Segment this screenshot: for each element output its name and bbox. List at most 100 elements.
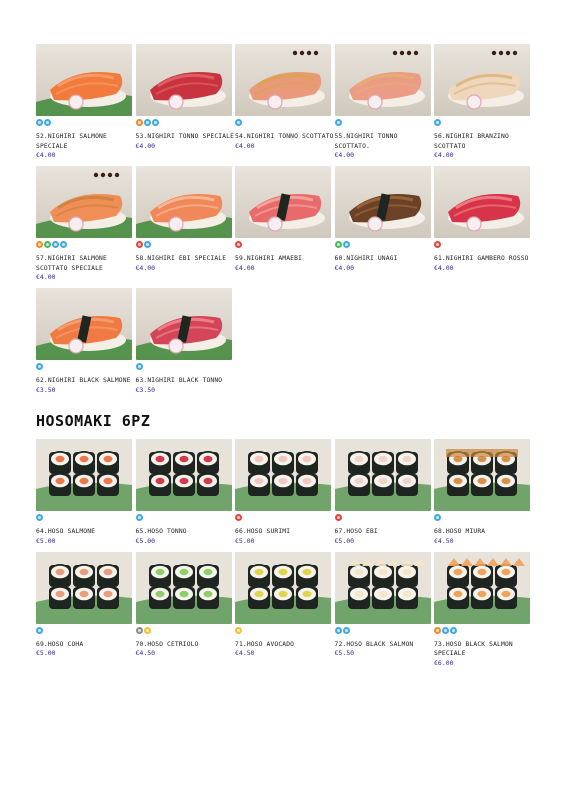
- menu-item-card[interactable]: 53.NIGHIRI TONNO SPECIALE €4.00: [135, 44, 236, 160]
- allergen-icon: [36, 363, 43, 370]
- item-price: €4.50: [235, 649, 255, 657]
- menu-item-card[interactable]: 63.NIGHIRI BLACK TONNO €3.50: [135, 288, 236, 395]
- allergen-icons: [135, 626, 236, 637]
- nigiri-photo: [235, 166, 331, 238]
- item-name: 70.HOSO CETRIOLO: [135, 640, 199, 648]
- item-name: 68.HOSO MIURA: [434, 528, 486, 535]
- item-price: €4.50: [135, 649, 156, 657]
- allergen-icon: [434, 241, 441, 248]
- allergen-icons: [135, 514, 236, 524]
- allergen-icon: [143, 119, 151, 126]
- hosomaki-photo: [334, 551, 431, 624]
- allergen-icons: [36, 363, 136, 373]
- allergen-icon: [434, 119, 441, 126]
- menu-item-card[interactable]: 54.NIGHIRI TONNO SCOTTATO €4.00: [235, 44, 335, 160]
- item-name: 69.HOSO COHA: [36, 640, 84, 648]
- allergen-icon: [442, 626, 449, 634]
- item-name: 63.NIGHIRI BLACK TONNO: [135, 377, 223, 384]
- nigiri-photo: [235, 44, 331, 116]
- menu-item-card[interactable]: 57.NIGHIRI SALMONE SCOTTATO SPECIALE €4.0…: [36, 166, 136, 282]
- menu-item-card[interactable]: 71.HOSO AVOCADO €4.50: [235, 551, 335, 668]
- allergen-icons: [36, 626, 136, 637]
- dish-photo: [334, 44, 431, 116]
- allergen-icons: [334, 119, 435, 129]
- hosomaki-photo: [36, 439, 132, 511]
- dish-photo: [334, 551, 431, 624]
- allergen-icons: [36, 514, 136, 524]
- item-price: €4.00: [36, 273, 56, 281]
- item-price: €4.00: [135, 141, 156, 150]
- allergen-icon: [334, 514, 342, 521]
- menu-item-card[interactable]: 61.NIGHIRI GAMBERO ROSSO €4.00: [434, 166, 534, 282]
- item-price: €5.00: [36, 649, 56, 657]
- dish-photo: [235, 439, 331, 511]
- allergen-icons: [334, 514, 435, 524]
- menu-item-card[interactable]: 59.NIGHIRI AMAEBI €4.00: [235, 166, 335, 282]
- item-price: €4.50: [434, 536, 454, 545]
- menu-item-card[interactable]: 72.HOSO BLACK SALMON €5.50: [334, 551, 435, 668]
- menu-item-card[interactable]: 52.NIGHIRI SALMONE SPECIALE €4.00: [36, 44, 136, 160]
- allergen-icon: [450, 626, 457, 634]
- menu-item-card[interactable]: 66.HOSO SURIMI €5.00: [235, 439, 335, 546]
- dish-photo: [434, 166, 530, 238]
- dish-photo: [135, 551, 232, 624]
- item-price: €5.00: [235, 536, 255, 545]
- menu-item-card[interactable]: 58.NIGHIRI EBI SPECIALE €4.00: [135, 166, 236, 282]
- menu-item-card[interactable]: 56.NIGHIRI BRANZINO SCOTTATO €4.00: [434, 44, 534, 160]
- dish-photo: [36, 44, 132, 116]
- dish-photo: [135, 288, 232, 360]
- menu-item-card[interactable]: 73.HOSO BLACK SALMON SPECIALE €6.00: [434, 551, 534, 668]
- nigiri-photo: [135, 44, 232, 116]
- item-name: 64.HOSO SALMONE: [36, 528, 96, 535]
- allergen-icons: [434, 514, 534, 524]
- item-name: 52.NIGHIRI SALMONE SPECIALE: [36, 133, 107, 150]
- dish-photo: [36, 439, 132, 511]
- hosomaki-photo: [135, 551, 232, 624]
- item-price: €6.00: [434, 658, 454, 667]
- allergen-icons: [334, 626, 435, 637]
- menu-item-card[interactable]: 67.HOSO EBI €5.00: [334, 439, 435, 546]
- dish-photo: [135, 44, 232, 116]
- allergen-icon: [36, 119, 43, 126]
- dish-photo: [135, 439, 232, 511]
- allergen-icon: [235, 626, 242, 634]
- menu-item-card[interactable]: 69.HOSO COHA €5.00: [36, 551, 136, 668]
- allergen-icons: [235, 626, 335, 637]
- allergen-icon: [342, 241, 350, 248]
- item-name: 54.NIGHIRI TONNO SCOTTATO: [235, 133, 334, 140]
- dish-photo: [36, 166, 132, 238]
- item-price: €5.00: [135, 536, 156, 545]
- item-price: €4.00: [135, 263, 156, 272]
- dish-photo: [36, 288, 132, 360]
- menu-item-card[interactable]: 62.NIGHIRI BLACK SALMONE €3.50: [36, 288, 136, 395]
- allergen-icon: [135, 514, 143, 521]
- allergen-icons: [434, 626, 534, 637]
- allergen-icons: [36, 241, 136, 251]
- nighiri-section: 52.NIGHIRI SALMONE SPECIALE €4.00 53.NIGHI…: [36, 44, 536, 401]
- item-price: €4.00: [334, 263, 355, 272]
- menu-item-card[interactable]: 55.NIGHIRI TONNO SCOTTATO. €4.00: [334, 44, 435, 160]
- allergen-icon: [143, 626, 151, 634]
- item-name: 65.HOSO TONNO: [135, 528, 187, 535]
- allergen-icons: [36, 119, 136, 129]
- nigiri-photo: [135, 166, 232, 238]
- dish-photo: [235, 166, 331, 238]
- item-price: €5.00: [36, 536, 56, 545]
- menu-item-card[interactable]: 68.HOSO MIURA €4.50: [434, 439, 534, 546]
- nigiri-photo: [36, 44, 132, 116]
- dish-photo: [434, 439, 530, 511]
- nigiri-photo: [36, 166, 132, 238]
- hosomaki-photo: [334, 439, 431, 511]
- menu-item-card[interactable]: 60.NIGHIRI UNAGI €4.00: [334, 166, 435, 282]
- allergen-icon: [135, 119, 143, 126]
- menu-item-card[interactable]: 64.HOSO SALMONE €5.00: [36, 439, 136, 546]
- menu-item-card[interactable]: 65.HOSO TONNO €5.00: [135, 439, 236, 546]
- allergen-icon: [60, 241, 67, 248]
- allergen-icons: [334, 241, 435, 251]
- nigiri-photo: [434, 166, 530, 238]
- item-price: €5.50: [334, 649, 355, 657]
- item-name: 56.NIGHIRI BRANZINO SCOTTATO: [434, 133, 509, 150]
- item-price: €4.00: [235, 263, 255, 272]
- menu-item-card[interactable]: 70.HOSO CETRIOLO €4.50: [135, 551, 236, 668]
- item-name: 66.HOSO SURIMI: [235, 528, 291, 535]
